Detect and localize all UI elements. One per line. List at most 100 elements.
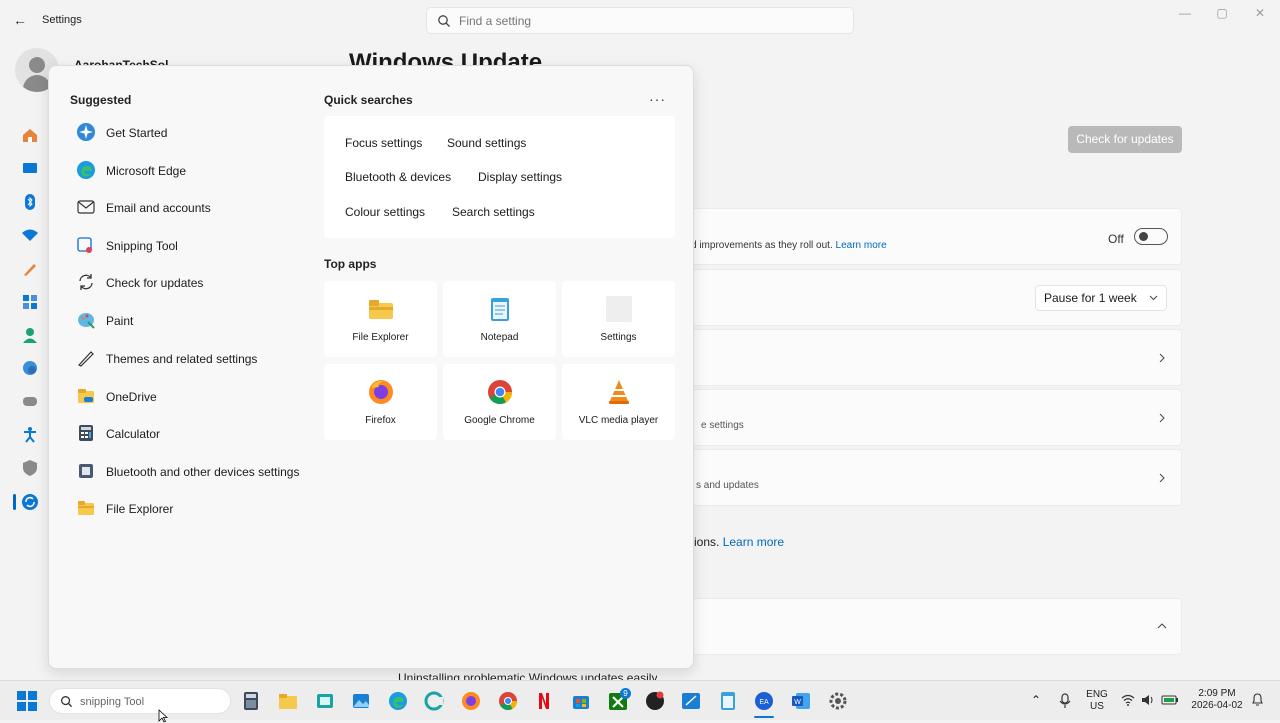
suggested-item-get-started[interactable]: Get Started xyxy=(76,118,316,148)
top-app-settings[interactable]: Settings xyxy=(562,281,675,357)
bluetooth-icon[interactable] xyxy=(21,193,39,211)
start-windows-icon[interactable] xyxy=(17,691,37,711)
top-app-vlc[interactable]: VLC media player xyxy=(562,364,675,440)
suggested-item-bluetooth-devices[interactable]: Bluetooth and other devices settings xyxy=(76,457,316,487)
top-app-google-chrome[interactable]: Google Chrome xyxy=(443,364,556,440)
find-setting-input[interactable] xyxy=(459,12,839,30)
insider-program-card[interactable]: s and updates xyxy=(690,449,1182,506)
clock[interactable]: 2:09 PM 2026-04-02 xyxy=(1186,688,1248,712)
help-text: ions. Learn more xyxy=(694,535,785,549)
suggested-item-paint[interactable]: Paint xyxy=(76,306,316,336)
find-setting-box[interactable] xyxy=(426,7,854,34)
title-bar: ← Settings — ▢ ✕ xyxy=(0,0,1280,40)
refresh-icon xyxy=(79,274,93,290)
privacy-security-icon[interactable] xyxy=(21,459,39,477)
store-icon[interactable] xyxy=(571,691,591,711)
mouse-cursor-icon xyxy=(158,709,168,723)
app-icon[interactable] xyxy=(315,691,335,711)
network-icon[interactable] xyxy=(21,226,39,244)
top-app-label: VLC media player xyxy=(578,415,659,426)
battery-icon[interactable] xyxy=(1161,694,1179,706)
chevron-right-icon xyxy=(1159,413,1165,423)
chrome-icon[interactable] xyxy=(498,691,518,711)
suggested-item-email-and-accounts[interactable]: Email and accounts xyxy=(76,193,316,223)
suggested-item-themes[interactable]: Themes and related settings xyxy=(76,344,316,374)
home-icon[interactable] xyxy=(21,126,39,144)
ea-app-icon[interactable]: EA xyxy=(754,691,774,711)
quick-search-focus[interactable]: Focus settings xyxy=(345,136,422,150)
minimize-icon[interactable]: — xyxy=(1170,6,1200,22)
quick-search-display[interactable]: Display settings xyxy=(478,170,562,184)
suggested-item-calculator[interactable]: Calculator xyxy=(76,419,316,449)
quick-search-sound[interactable]: Sound settings xyxy=(447,136,526,150)
latest-updates-toggle[interactable] xyxy=(1134,228,1168,245)
more-options-icon[interactable]: ··· xyxy=(649,91,666,107)
photos-icon[interactable] xyxy=(351,691,371,711)
suggested-heading: Suggested xyxy=(70,93,132,107)
apps-icon[interactable] xyxy=(21,293,39,311)
snipping-tool-icon[interactable] xyxy=(681,691,701,711)
app-icon[interactable] xyxy=(645,691,665,711)
edge-icon xyxy=(77,161,95,179)
taskbar: 9 EA W ⌃ ENGUS 2:09 PM2026-04-02 xyxy=(0,680,1280,720)
top-app-notepad[interactable]: Notepad xyxy=(443,281,556,357)
windows-update-icon[interactable] xyxy=(21,493,39,511)
quick-search-search[interactable]: Search settings xyxy=(452,205,535,219)
accessibility-icon[interactable] xyxy=(21,426,39,444)
accounts-icon[interactable] xyxy=(21,326,39,344)
suggested-item-label: OneDrive xyxy=(106,390,157,404)
top-app-firefox[interactable]: Firefox xyxy=(324,364,437,440)
related-help-card[interactable] xyxy=(690,598,1182,655)
back-arrow-icon[interactable]: ← xyxy=(13,13,27,27)
bottom-hint: Uninstalling problematic Windows updates… xyxy=(398,671,658,680)
time-language-icon[interactable] xyxy=(21,359,39,377)
learn-more-link[interactable]: Learn more xyxy=(836,240,887,251)
help-learn-more-link[interactable]: Learn more xyxy=(723,535,784,549)
chevron-down-icon xyxy=(1149,295,1158,301)
taskbar-search-input[interactable] xyxy=(80,693,220,711)
vlc-icon xyxy=(609,380,629,404)
notification-bell-icon[interactable] xyxy=(1251,693,1264,707)
personalisation-icon[interactable] xyxy=(21,260,39,278)
close-icon[interactable]: ✕ xyxy=(1245,6,1275,22)
maximize-icon[interactable]: ▢ xyxy=(1207,6,1237,22)
settings-gear-icon[interactable] xyxy=(828,691,848,711)
app-icon[interactable] xyxy=(424,691,444,711)
taskbar-search-box[interactable] xyxy=(49,688,231,714)
wifi-icon[interactable] xyxy=(1121,694,1135,706)
lang-line2: US xyxy=(1090,701,1104,712)
suggested-item-label: Email and accounts xyxy=(106,201,211,215)
page-title: Windows Update xyxy=(349,49,543,66)
system-icon[interactable] xyxy=(21,159,39,177)
top-app-label: Notepad xyxy=(480,332,519,343)
svg-text:W: W xyxy=(794,699,801,706)
notepad-icon xyxy=(491,298,509,321)
edge-icon[interactable] xyxy=(388,691,408,711)
language-indicator[interactable]: ENG US xyxy=(1083,689,1111,713)
pause-updates-dropdown[interactable]: Pause for 1 week xyxy=(1035,285,1167,311)
notepad-icon[interactable] xyxy=(718,691,738,711)
suggested-item-onedrive[interactable]: OneDrive xyxy=(76,382,316,412)
calculator-icon[interactable] xyxy=(241,691,261,711)
update-history-card[interactable] xyxy=(690,329,1182,386)
netflix-icon[interactable] xyxy=(534,691,554,711)
quick-search-colour[interactable]: Colour settings xyxy=(345,205,425,219)
chevron-up-icon[interactable]: ⌃ xyxy=(1031,694,1041,706)
check-for-updates-button[interactable]: Check for updates xyxy=(1068,126,1182,153)
suggested-item-check-for-updates[interactable]: Check for updates xyxy=(76,268,316,298)
suggested-item-microsoft-edge[interactable]: Microsoft Edge xyxy=(76,156,316,186)
suggested-item-snipping-tool[interactable]: Snipping Tool xyxy=(76,231,316,261)
microphone-icon[interactable] xyxy=(1059,693,1071,709)
suggested-item-file-explorer[interactable]: File Explorer xyxy=(76,494,316,524)
app-title: Settings xyxy=(42,14,82,26)
file-explorer-icon[interactable] xyxy=(278,691,298,711)
volume-icon[interactable] xyxy=(1141,694,1155,706)
advanced-options-card[interactable]: e settings xyxy=(690,389,1182,446)
quick-search-bluetooth[interactable]: Bluetooth & devices xyxy=(345,170,451,184)
lang-line1: ENG xyxy=(1086,689,1108,700)
top-app-file-explorer[interactable]: File Explorer xyxy=(324,281,437,357)
word-icon[interactable]: W xyxy=(791,691,811,711)
gaming-icon[interactable] xyxy=(21,392,39,410)
get-started-icon xyxy=(77,123,95,141)
firefox-icon[interactable] xyxy=(461,691,481,711)
